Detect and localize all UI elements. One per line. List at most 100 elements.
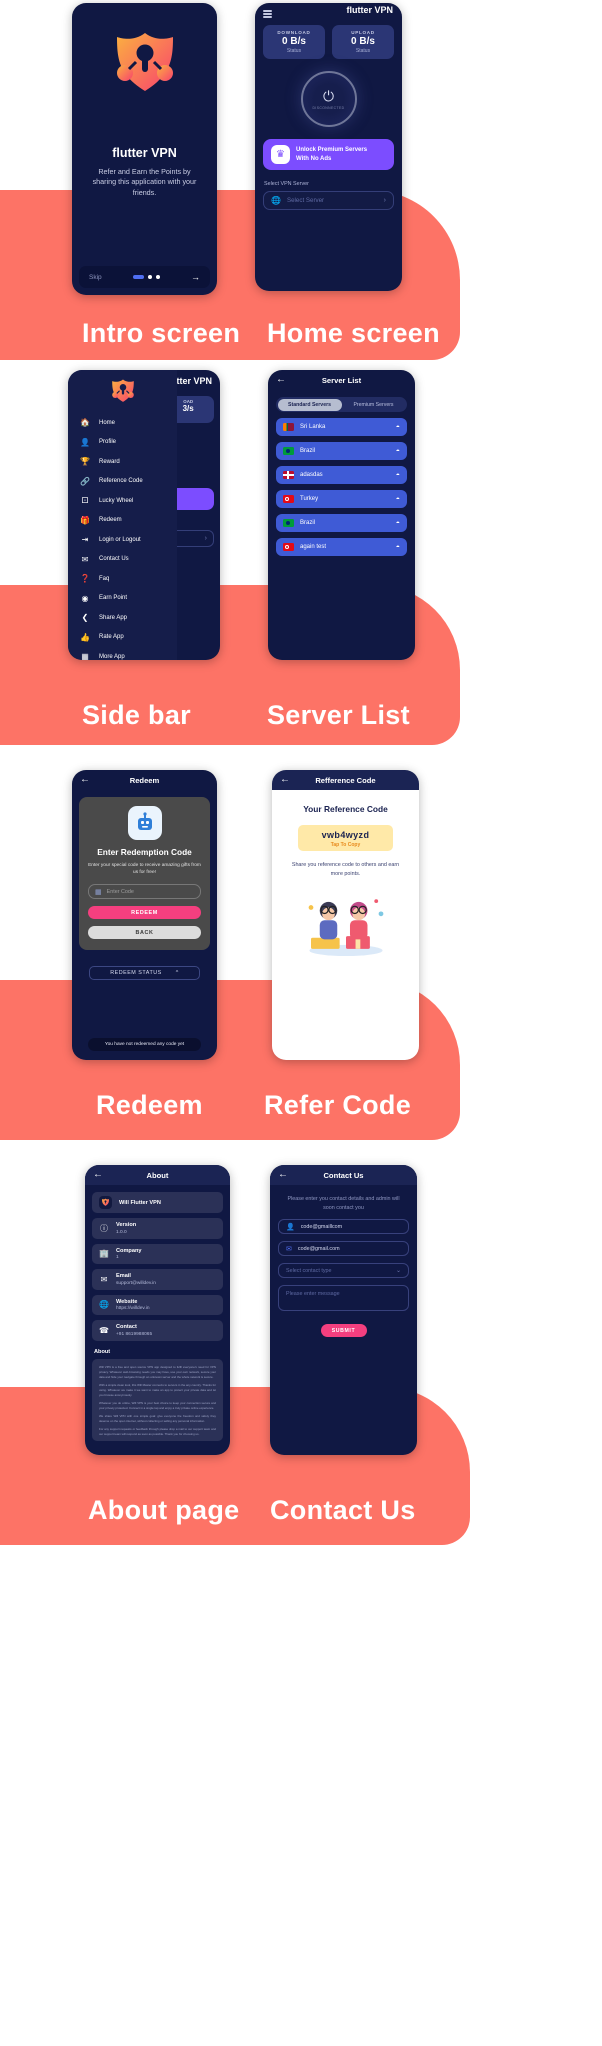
home-appbar: flutter VPN bbox=[255, 3, 402, 25]
sidebar-item-home[interactable]: 🏠 Home bbox=[68, 413, 177, 433]
back-arrow-icon[interactable]: ← bbox=[80, 775, 90, 785]
section-label-refer: Refer Code bbox=[264, 1090, 412, 1120]
reference-code-chip[interactable]: vwb4wyzd Tap To Copy bbox=[298, 825, 393, 851]
redeem-card: Enter Redemption Code Enter your special… bbox=[79, 797, 210, 951]
about-row-company: 🏢 Company 1 bbox=[92, 1243, 223, 1264]
contact-type-select[interactable]: Select contact type ⌄ bbox=[278, 1263, 409, 1279]
server-row[interactable]: adasdas ◓ bbox=[276, 466, 407, 484]
sidebar-item-redeem[interactable]: 🎁 Redeem bbox=[68, 511, 177, 531]
promo-line-1: Unlock Premium Servers bbox=[296, 146, 368, 153]
contact-title: Contact Us bbox=[323, 1170, 364, 1180]
section-about-contact: About page Contact Us ← About Will Flutt… bbox=[0, 1165, 602, 1565]
drawer-logo bbox=[68, 370, 177, 413]
back-arrow-icon[interactable]: ← bbox=[278, 1170, 288, 1180]
redeem-button[interactable]: REDEEM bbox=[88, 906, 201, 920]
about-app-row: Will Flutter VPN bbox=[92, 1192, 223, 1213]
server-name: adasdas bbox=[300, 472, 323, 478]
download-status: Status bbox=[286, 48, 302, 54]
sidebar-item-label: Reference Code bbox=[99, 478, 143, 485]
shield-key-icon bbox=[116, 33, 173, 91]
flag-sri-lanka bbox=[283, 423, 294, 431]
back-arrow-icon[interactable]: ← bbox=[276, 375, 286, 385]
sidebar-item-faq[interactable]: ❓ Faq bbox=[68, 569, 177, 589]
about-appbar: ← About bbox=[85, 1165, 230, 1185]
server-name: again test bbox=[300, 544, 327, 550]
arrow-right-icon[interactable]: → bbox=[191, 272, 200, 282]
section-redeem-refer: Redeem Refer Code ← Redeem Enter Redempt… bbox=[0, 770, 602, 1165]
server-row[interactable]: again test ◓ bbox=[276, 538, 407, 556]
refer-title: Refference Code bbox=[315, 775, 376, 785]
home-app-title: flutter VPN bbox=[346, 5, 393, 15]
sidebar-item-more-app[interactable]: ▦ More App bbox=[68, 647, 177, 660]
redeem-heading: Enter Redemption Code bbox=[97, 847, 192, 857]
server-name: Sri Lanka bbox=[300, 424, 326, 430]
redeem-code-input[interactable]: ▦ Enter Code bbox=[88, 884, 201, 900]
about-row-website[interactable]: 🌐 Website https://willdev.in bbox=[92, 1294, 223, 1315]
dot-2[interactable] bbox=[147, 275, 152, 279]
sidebar-item-label: Rate App bbox=[99, 634, 124, 641]
contact-email-value: code@gmail.com bbox=[297, 1245, 340, 1252]
section-intro-home: Intro screen Home screen flutter VPN Ref… bbox=[0, 0, 602, 370]
tab-premium-servers[interactable]: Premium Servers bbox=[342, 399, 406, 411]
server-name: Brazil bbox=[300, 448, 316, 454]
question-icon: ❓ bbox=[80, 574, 90, 584]
submit-button[interactable]: SUBMIT bbox=[320, 1324, 367, 1338]
tap-to-copy-hint: Tap To Copy bbox=[330, 842, 361, 848]
premium-promo-banner[interactable]: ♛ Unlock Premium Servers With No Ads bbox=[263, 139, 394, 170]
server-name: Brazil bbox=[300, 520, 316, 526]
sidebar-item-label: Lucky Wheel bbox=[99, 497, 134, 504]
back-arrow-icon[interactable]: ← bbox=[93, 1170, 103, 1180]
server-row[interactable]: Turkey ◓ bbox=[276, 490, 407, 508]
back-arrow-icon[interactable]: ← bbox=[280, 775, 290, 785]
share-icon: ❮ bbox=[81, 613, 89, 623]
section-label-sidebar: Side bar bbox=[82, 700, 191, 730]
hamburger-icon[interactable] bbox=[263, 10, 272, 18]
select-server-dropdown[interactable]: 🌐 Select Server › bbox=[263, 191, 394, 210]
tab-standard-servers[interactable]: Standard Servers bbox=[277, 398, 342, 411]
intro-bottom-bar: Skip → bbox=[79, 266, 210, 288]
server-row[interactable]: Brazil ◓ bbox=[276, 442, 407, 460]
contact-message-input[interactable]: Please enter message bbox=[278, 1285, 409, 1312]
link-icon: 🔗 bbox=[80, 476, 90, 486]
skip-button[interactable]: Skip bbox=[89, 274, 102, 281]
section-label-intro: Intro screen bbox=[82, 318, 241, 348]
contact-email-field[interactable]: ✉ code@gmail.com bbox=[278, 1241, 409, 1257]
dot-3[interactable] bbox=[155, 275, 160, 279]
gift-icon: 🎁 bbox=[80, 515, 90, 525]
about-row-contact[interactable]: ☎ Contact +91 8619988065 bbox=[92, 1320, 223, 1341]
contact-name-field[interactable]: 👤 code@gmaillcom bbox=[278, 1219, 409, 1235]
about-row-email[interactable]: ✉ Email support@willdev.in bbox=[92, 1269, 223, 1290]
sidebar-item-contact-us[interactable]: ✉ Contact Us bbox=[68, 550, 177, 570]
connect-power-button[interactable]: ⏻ DISCONNECTED bbox=[300, 71, 357, 127]
speed-stats: DOWNLOAD 0 B/s Status UPLOAD 0 B/s Statu… bbox=[255, 25, 402, 59]
phone-about-screen: ← About Will Flutter VPN ⓘ Version 1.0.0… bbox=[85, 1165, 230, 1455]
server-title: Server List bbox=[321, 375, 362, 385]
server-row[interactable]: Brazil ◓ bbox=[276, 514, 407, 532]
refer-subtitle: Share you reference code to others and e… bbox=[291, 862, 400, 877]
sidebar-item-label: Home bbox=[99, 419, 116, 426]
redeem-status-expander[interactable]: REDEEM STATUS ^ bbox=[89, 966, 200, 981]
sidebar-item-rate-app[interactable]: 👍 Rate App bbox=[68, 628, 177, 648]
sidebar-item-profile[interactable]: 👤 Profile bbox=[68, 433, 177, 453]
flag-brazil bbox=[283, 447, 294, 455]
server-row[interactable]: Sri Lanka ◓ bbox=[276, 418, 407, 436]
redeem-appbar: ← Redeem bbox=[72, 770, 217, 790]
row-value: support@willdev.in bbox=[116, 1280, 156, 1286]
dot-1[interactable] bbox=[132, 275, 144, 279]
sidebar-item-share-app[interactable]: ❮ Share App bbox=[68, 608, 177, 628]
sidebar-item-reward[interactable]: 🏆 Reward bbox=[68, 452, 177, 472]
power-area: ⏻ DISCONNECTED bbox=[255, 71, 402, 127]
connection-state: DISCONNECTED bbox=[312, 105, 345, 110]
sidebar-item-earn-point[interactable]: ◉ Earn Point bbox=[68, 589, 177, 609]
back-button[interactable]: BACK bbox=[88, 926, 201, 940]
section-sidebar-server: Side bar Server List flutter VPN OAD 3/s… bbox=[0, 370, 602, 770]
row-key: Company bbox=[116, 1247, 142, 1254]
sidebar-item-reference-code[interactable]: 🔗 Reference Code bbox=[68, 472, 177, 492]
qr-code-icon: ▦ bbox=[95, 888, 102, 896]
sidebar-item-login-logout[interactable]: ⇥ Login or Logout bbox=[68, 530, 177, 550]
phone-sidebar-screen: flutter VPN OAD 3/s › 🏠 Home 👤 Profile 🏆… bbox=[68, 370, 220, 660]
row-key: Version bbox=[116, 1222, 137, 1228]
sidebar-item-lucky-wheel[interactable]: ⚀ Lucky Wheel bbox=[68, 491, 177, 511]
about-paragraph: Whatever you do online, Will VPN is your… bbox=[99, 1400, 216, 1411]
person-icon: 👤 bbox=[80, 437, 90, 447]
